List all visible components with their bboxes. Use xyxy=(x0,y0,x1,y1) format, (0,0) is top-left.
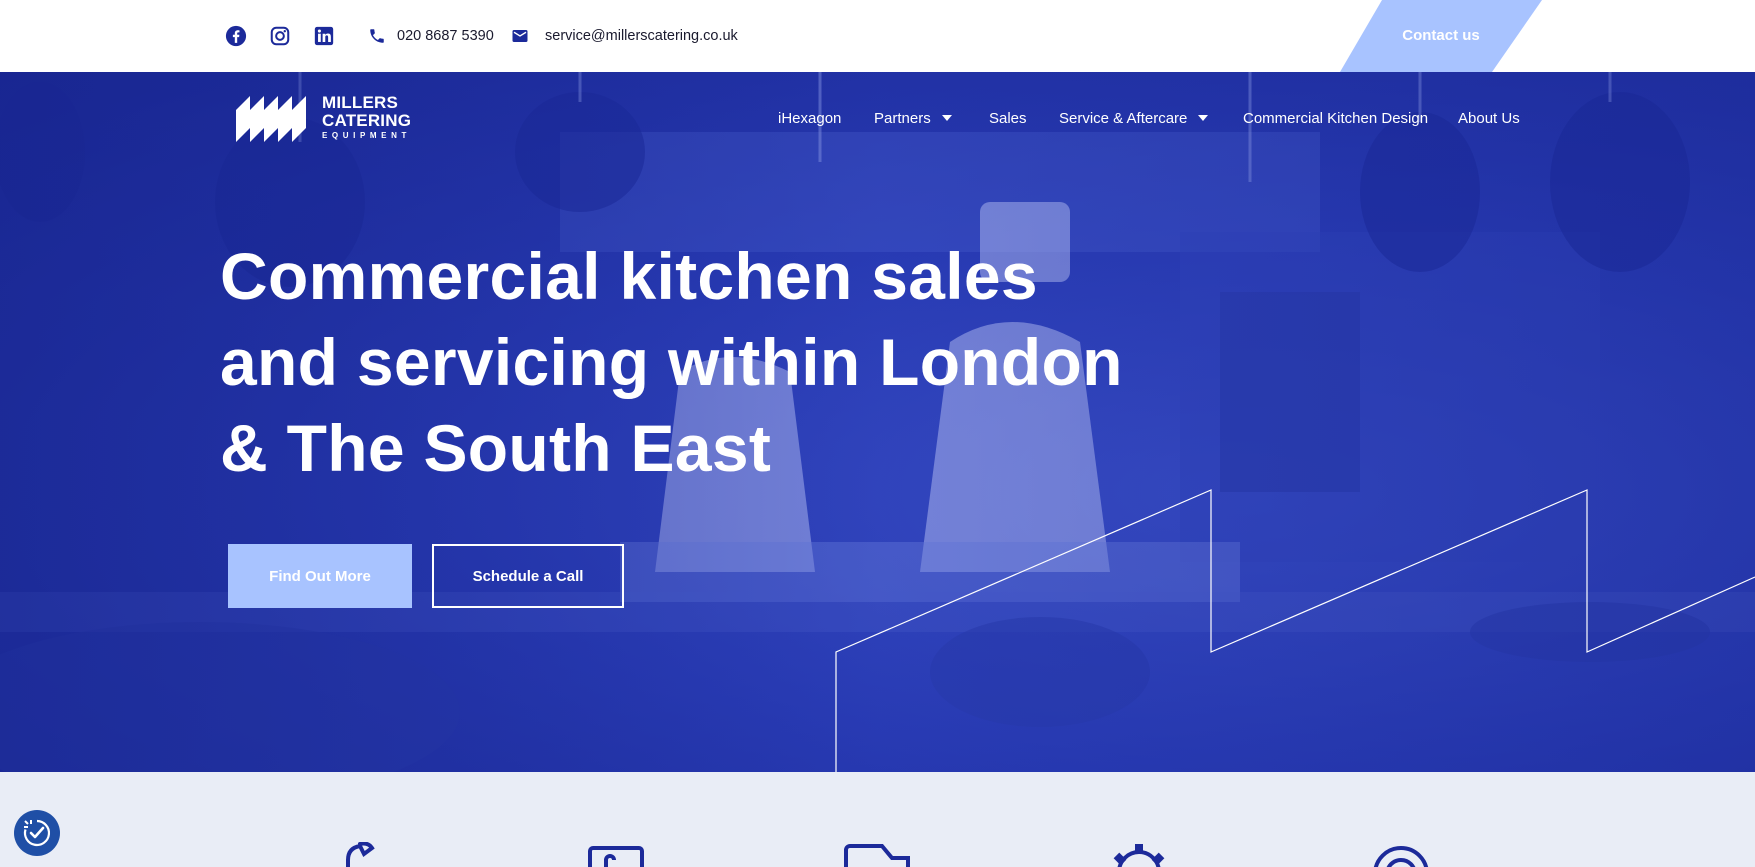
caret-down-icon xyxy=(941,115,952,121)
gear-icon xyxy=(1113,844,1165,867)
phone-icon xyxy=(370,29,384,43)
nav-item-sales[interactable]: Sales xyxy=(989,108,1027,128)
tablet-icon xyxy=(588,846,644,867)
contact-us-button[interactable]: Contact us xyxy=(1340,0,1542,72)
caret-down-icon xyxy=(1198,115,1209,121)
top-bar: 020 8687 5390 service@millerscatering.co… xyxy=(0,0,1755,72)
contact-us-label: Contact us xyxy=(1402,27,1480,44)
truck-icon xyxy=(844,844,910,867)
find-out-more-button[interactable]: Find Out More xyxy=(228,544,412,608)
headline-line-3: & The South East xyxy=(220,411,772,485)
headline-line-2: and servicing within London xyxy=(220,325,1123,399)
facebook-icon[interactable] xyxy=(224,24,248,48)
wrench-icon xyxy=(346,842,375,867)
logo-line-1: MILLERS xyxy=(322,93,399,112)
features-strip xyxy=(0,772,1755,867)
phone-contact[interactable]: 020 8687 5390 xyxy=(368,25,494,47)
nav-item-service-aftercare[interactable]: Service & Aftercare xyxy=(1059,108,1209,128)
nav-item-ihexagon[interactable]: iHexagon xyxy=(778,108,841,128)
schedule-call-label: Schedule a Call xyxy=(472,567,584,585)
headline-line-1: Commercial kitchen sales xyxy=(220,239,1038,313)
nav-label: About Us xyxy=(1458,109,1520,127)
nav-item-partners[interactable]: Partners xyxy=(874,108,952,128)
nav-item-about-us[interactable]: About Us xyxy=(1458,108,1520,128)
accessibility-button[interactable] xyxy=(14,810,60,856)
nav-label: Sales xyxy=(989,109,1027,127)
logo-wordmark: MILLERS CATERING EQUIPMENT xyxy=(322,94,411,142)
phone-number: 020 8687 5390 xyxy=(397,28,494,44)
nav-label: iHexagon xyxy=(778,109,842,127)
email-contact[interactable]: service@millerscatering.co.uk xyxy=(511,25,738,47)
target-icon xyxy=(1373,846,1429,867)
nav-label: Service & Aftercare xyxy=(1059,109,1188,127)
nav-item-commercial-kitchen-design[interactable]: Commercial Kitchen Design xyxy=(1243,108,1428,128)
accessibility-icon xyxy=(23,819,51,847)
email-address: service@millerscatering.co.uk xyxy=(545,28,738,44)
find-out-more-label: Find Out More xyxy=(269,567,371,585)
hero-headline: Commercial kitchen sales and servicing w… xyxy=(220,233,1123,491)
schedule-call-button[interactable]: Schedule a Call xyxy=(432,544,624,608)
millers-logo[interactable]: MILLERS CATERING EQUIPMENT xyxy=(236,92,421,146)
hero-section: MILLERS CATERING EQUIPMENT iHexagon Part… xyxy=(0,72,1755,772)
logo-line-2: CATERING xyxy=(322,111,412,130)
instagram-icon[interactable] xyxy=(268,24,292,48)
logo-line-3: EQUIPMENT xyxy=(322,131,411,140)
mail-icon xyxy=(512,30,528,42)
linkedin-icon[interactable] xyxy=(312,24,336,48)
nav-label: Partners xyxy=(874,109,931,127)
nav-label: Commercial Kitchen Design xyxy=(1243,109,1429,127)
logo-mark-icon xyxy=(236,96,306,142)
